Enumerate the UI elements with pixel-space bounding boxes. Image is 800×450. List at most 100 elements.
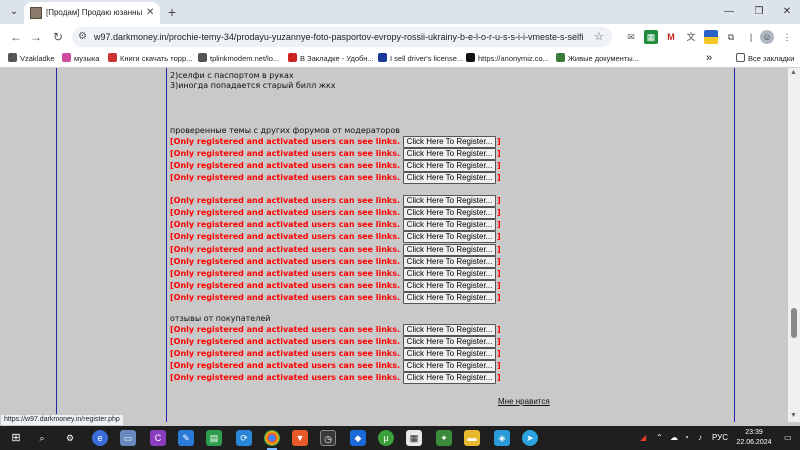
register-button[interactable]: Click Here To Register... <box>403 348 497 360</box>
back-icon[interactable]: ← <box>8 29 24 45</box>
register-button[interactable]: Click Here To Register... <box>403 268 497 280</box>
scroll-down-icon[interactable]: ▼ <box>790 412 797 419</box>
register-button[interactable]: Click Here To Register... <box>403 244 497 256</box>
register-button[interactable]: Click Here To Register... <box>403 207 497 219</box>
diamond-app-icon[interactable]: ◆ <box>350 430 366 446</box>
bookmark-item[interactable]: музыка <box>62 52 99 66</box>
closing-bracket: ] <box>497 325 501 334</box>
register-button[interactable]: Click Here To Register... <box>403 231 497 243</box>
forward-icon[interactable]: → <box>28 29 44 45</box>
register-button[interactable]: Click Here To Register... <box>403 280 497 292</box>
register-button[interactable]: Click Here To Register... <box>403 256 497 268</box>
sync-app-icon[interactable]: ⟳ <box>236 430 252 446</box>
bookmark-item[interactable]: I sell driver's license... <box>378 52 463 66</box>
tab-title: [Продам] Продаю юзанные ф <box>46 8 142 17</box>
profile-avatar-icon[interactable]: ☺ <box>760 30 774 44</box>
register-button[interactable]: Click Here To Register... <box>403 360 497 372</box>
tab-search-icon[interactable]: ⌄ <box>6 5 22 19</box>
register-button[interactable]: Click Here To Register... <box>403 292 497 304</box>
locked-link-text: [Only registered and activated users can… <box>170 137 401 146</box>
register-button[interactable]: Click Here To Register... <box>403 195 497 207</box>
close-window-button[interactable]: ✕ <box>776 4 798 20</box>
pen-app-icon[interactable]: ✎ <box>178 430 194 446</box>
bookmark-item[interactable]: Vzakladke <box>8 52 55 66</box>
locked-link-text: [Only registered and activated users can… <box>170 232 401 241</box>
app-c-icon[interactable]: C <box>150 430 166 446</box>
right-border-line <box>734 68 735 422</box>
utorrent-icon[interactable]: µ <box>378 430 394 446</box>
scroll-thumb[interactable] <box>791 308 797 338</box>
reload-icon[interactable]: ↻ <box>50 29 66 45</box>
clock-app-icon[interactable]: ◷ <box>320 430 336 446</box>
menu-icon[interactable]: ⋮ <box>780 30 794 44</box>
locked-link-text: [Only registered and activated users can… <box>170 245 401 254</box>
locked-link-row: [Only registered and activated users can… <box>170 160 501 172</box>
bookmark-item[interactable]: Живые документы... <box>556 52 639 66</box>
closing-bracket: ] <box>497 196 501 205</box>
telegram-icon[interactable]: ➤ <box>522 430 538 446</box>
register-button[interactable]: Click Here To Register... <box>403 160 497 172</box>
more-bookmarks-icon[interactable]: » <box>706 52 712 66</box>
mail-icon[interactable]: ✉ <box>624 30 638 44</box>
wifi-icon[interactable]: ◔ <box>684 432 689 444</box>
register-button[interactable]: Click Here To Register... <box>403 219 497 231</box>
bookmark-item[interactable]: tplinkmodem.net/lo... <box>198 52 279 66</box>
register-button[interactable]: Click Here To Register... <box>403 372 497 384</box>
register-button[interactable]: Click Here To Register... <box>403 172 497 184</box>
all-bookmarks-button[interactable]: Все закладки <box>736 52 794 66</box>
url-text[interactable]: w97.darkmoney.in/prochie-temy-34/prodayu… <box>94 30 584 44</box>
language-indicator[interactable]: РУС <box>712 432 728 444</box>
folder-app-icon[interactable]: ▬ <box>464 430 480 446</box>
locked-link-row: [Only registered and activated users can… <box>170 172 501 184</box>
register-button[interactable]: Click Here To Register... <box>403 324 497 336</box>
tab-close-icon[interactable]: ✕ <box>146 6 154 20</box>
minimize-button[interactable]: — <box>718 4 740 20</box>
site-info-icon[interactable]: ⚙ <box>78 30 87 44</box>
closing-bracket: ] <box>497 349 501 358</box>
gmail-extension-icon[interactable]: M <box>664 30 678 44</box>
taskbar: ⊞ ⌕ ⚙ e ▭ C ✎ ▤ ⟳ ▼ ◷ ◆ µ ▦ ✦ ▬ ◈ ➤ ◢ ⌃ … <box>0 426 800 450</box>
closing-bracket: ] <box>497 173 501 182</box>
brave-browser-icon[interactable]: ▼ <box>292 430 308 446</box>
chrome-browser-icon[interactable] <box>264 430 280 446</box>
map-app-icon[interactable]: ✦ <box>436 430 452 446</box>
vertical-scrollbar[interactable]: ▲ ▼ <box>788 68 800 422</box>
restore-button[interactable]: ❐ <box>748 4 770 20</box>
cloud-app-icon[interactable]: ◈ <box>494 430 510 446</box>
register-button[interactable]: Click Here To Register... <box>403 336 497 348</box>
like-link[interactable]: Мне нравится <box>498 397 550 406</box>
new-tab-button[interactable]: + <box>164 3 180 21</box>
locked-link-text: [Only registered and activated users can… <box>170 361 401 370</box>
tray-cloud-icon[interactable]: ☁ <box>670 432 678 444</box>
active-tab[interactable]: [Продам] Продаю юзанные ф ✕ <box>24 2 160 24</box>
scroll-up-icon[interactable]: ▲ <box>790 69 797 76</box>
bookmark-item[interactable]: Книги скачать торр... <box>108 52 192 66</box>
address-bar[interactable]: ⚙ w97.darkmoney.in/prochie-temy-34/proda… <box>72 27 612 47</box>
windows-start-icon[interactable]: ⊞ <box>8 430 24 446</box>
tray-chevron-icon[interactable]: ⌃ <box>656 432 663 444</box>
locked-link-text: [Only registered and activated users can… <box>170 349 401 358</box>
notifications-icon[interactable]: ▭ <box>784 432 792 444</box>
extensions-icon[interactable]: ⧉ <box>724 30 738 44</box>
search-icon[interactable]: ⌕ <box>34 430 50 446</box>
sheets-extension-icon[interactable]: ▦ <box>644 30 658 44</box>
locked-link-text: [Only registered and activated users can… <box>170 161 401 170</box>
tray-app-icon[interactable]: ◢ <box>640 432 646 444</box>
settings-gear-icon[interactable]: ⚙ <box>62 430 78 446</box>
register-button[interactable]: Click Here To Register... <box>403 148 497 160</box>
translate-icon[interactable]: 文 <box>684 30 698 44</box>
edge-browser-icon[interactable]: e <box>92 430 108 446</box>
notes-app-icon[interactable]: ▦ <box>406 430 422 446</box>
file-explorer-icon[interactable]: ▭ <box>120 430 136 446</box>
register-button[interactable]: Click Here To Register... <box>403 136 497 148</box>
bookmark-star-icon[interactable]: ☆ <box>594 29 604 45</box>
site-favicon-icon <box>30 7 42 19</box>
system-clock[interactable]: 23:39 22.06.2024 <box>732 428 776 448</box>
bookmark-item[interactable]: https://anonymiz.co... <box>466 52 549 66</box>
spreadsheet-app-icon[interactable]: ▤ <box>206 430 222 446</box>
closing-bracket: ] <box>497 208 501 217</box>
ukraine-flag-icon[interactable] <box>704 30 718 44</box>
bookmark-item[interactable]: В Закладке - Удобн... <box>288 52 374 66</box>
bookmark-favicon-icon <box>556 53 565 62</box>
volume-icon[interactable]: ♪ <box>698 432 702 444</box>
